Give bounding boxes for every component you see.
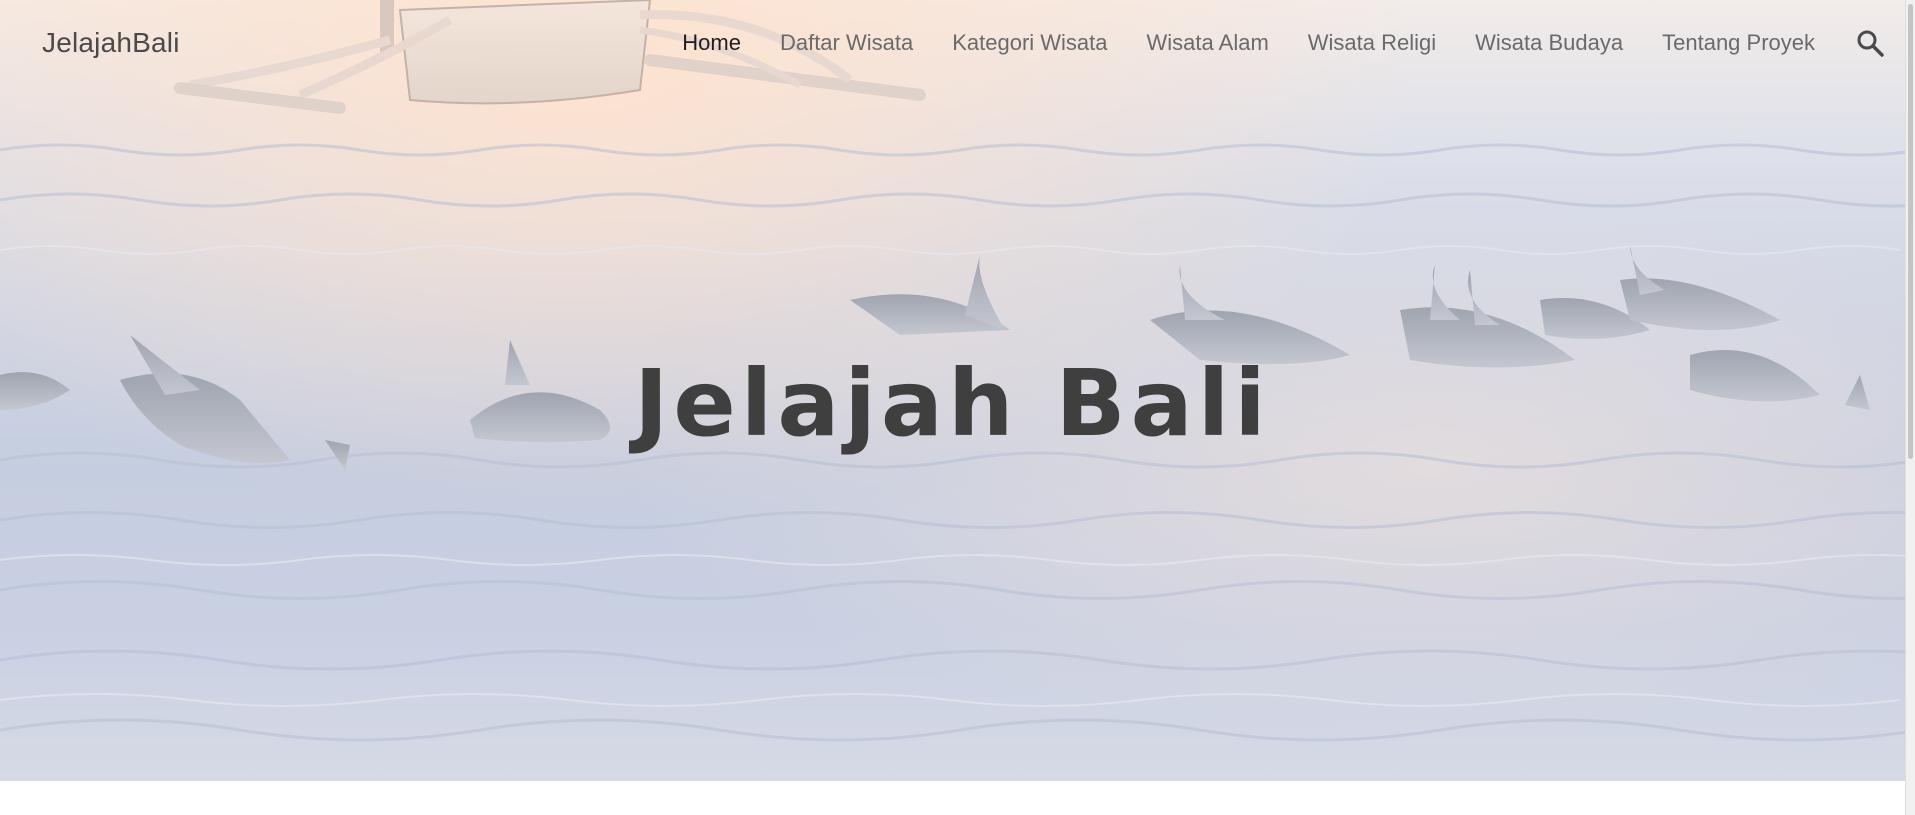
brand-logo-link[interactable]: JelajahBali [42,27,180,59]
nav-item-wisata-religi: Wisata Religi [1308,30,1436,56]
nav-item-wisata-budaya: Wisata Budaya [1475,30,1623,56]
nav-link-tentang-proyek[interactable]: Tentang Proyek [1662,30,1815,55]
page-scrollbar[interactable] [1905,0,1915,815]
nav-link-home[interactable]: Home [682,30,741,55]
nav-link-daftar-wisata[interactable]: Daftar Wisata [780,30,913,55]
nav-item-wisata-alam: Wisata Alam [1147,30,1269,56]
nav-link-wisata-religi[interactable]: Wisata Religi [1308,30,1436,55]
hero-title: Jelajah Bali [634,350,1271,457]
nav-link-wisata-budaya[interactable]: Wisata Budaya [1475,30,1623,55]
top-navigation: JelajahBali Home Daftar Wisata Kategori … [0,0,1905,90]
search-icon [1857,30,1884,57]
scrollbar-thumb[interactable] [1908,4,1913,459]
nav-item-daftar-wisata: Daftar Wisata [780,30,913,56]
nav-link-kategori-wisata[interactable]: Kategori Wisata [952,30,1107,55]
nav-menu: Home Daftar Wisata Kategori Wisata Wisat… [643,30,1815,56]
nav-item-kategori-wisata: Kategori Wisata [952,30,1107,56]
page: JelajahBali Home Daftar Wisata Kategori … [0,0,1915,815]
nav-item-tentang-proyek: Tentang Proyek [1662,30,1815,56]
nav-item-home: Home [682,30,741,56]
search-button[interactable] [1855,28,1885,58]
nav-link-wisata-alam[interactable]: Wisata Alam [1147,30,1269,55]
